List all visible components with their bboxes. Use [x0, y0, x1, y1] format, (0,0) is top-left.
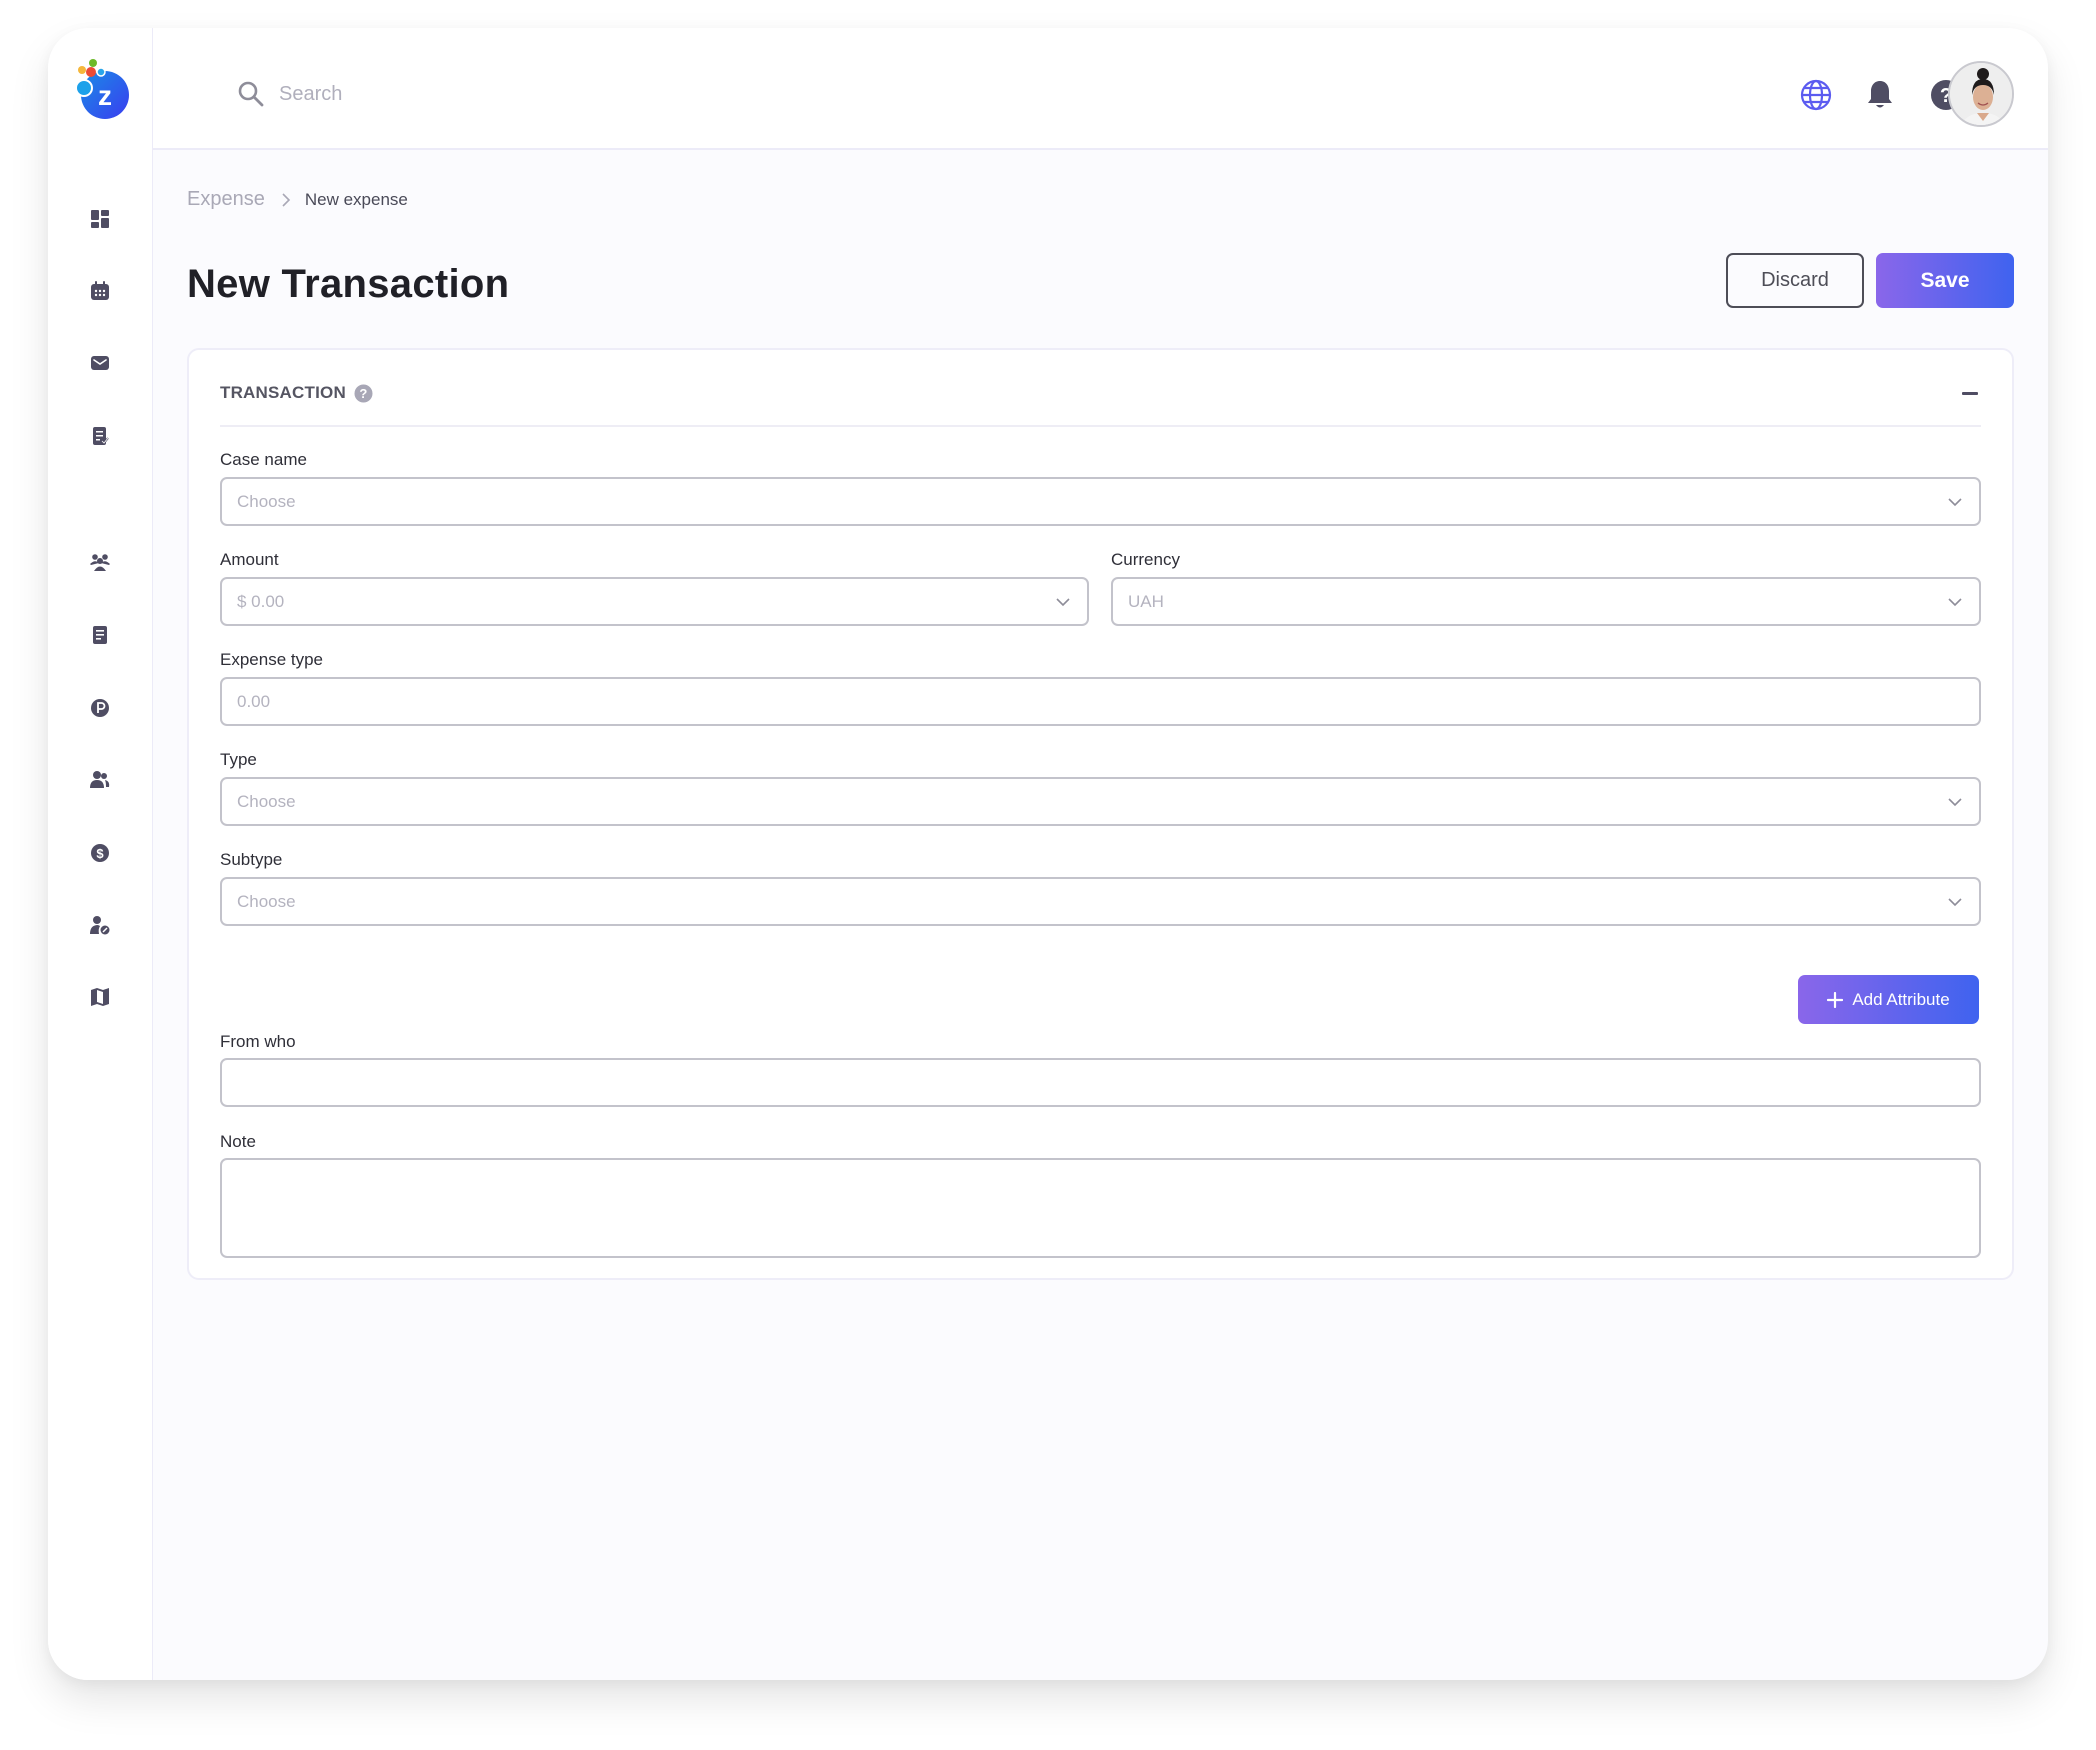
page-title: New Transaction: [187, 262, 510, 306]
dollar-icon: $: [91, 844, 109, 862]
search-icon: [238, 81, 264, 107]
amount-placeholder: $ 0.00: [237, 591, 285, 611]
save-button[interactable]: Save: [1876, 253, 2014, 308]
svg-text:z: z: [98, 80, 112, 111]
bell-icon[interactable]: [1863, 78, 1897, 112]
from-who-label: From who: [220, 1032, 296, 1051]
chevron-down-icon: [1948, 798, 1962, 807]
top-header: ?: [153, 28, 2048, 150]
note-field[interactable]: [220, 1158, 1981, 1258]
case-name-placeholder: Choose: [237, 491, 296, 511]
help-icon[interactable]: ?: [354, 384, 373, 403]
svg-text:$: $: [96, 846, 104, 861]
note-label: Note: [220, 1132, 256, 1151]
sidebar-item-finance[interactable]: $: [88, 841, 112, 865]
chevron-right-icon: [282, 192, 290, 207]
divider: [220, 425, 1981, 427]
expense-type-input[interactable]: [237, 679, 1979, 724]
app-window: z $ Search ? Expense New expense New Tra…: [48, 28, 2048, 1680]
document-icon: [93, 626, 107, 644]
sidebar-item-mail[interactable]: [88, 351, 112, 375]
discard-button[interactable]: Discard: [1726, 253, 1864, 308]
type-placeholder: Choose: [237, 791, 296, 811]
expense-type-field[interactable]: [220, 677, 1981, 726]
globe-icon[interactable]: [1799, 78, 1833, 112]
map-icon: [91, 988, 109, 1006]
breadcrumb-current: New expense: [304, 189, 408, 209]
section-header: TRANSACTION ?: [220, 383, 373, 403]
amount-label: Amount: [220, 550, 279, 569]
subtype-placeholder: Choose: [237, 891, 296, 911]
chevron-down-icon: [1948, 598, 1962, 607]
sidebar-item-tasks[interactable]: [88, 424, 112, 448]
transaction-card: TRANSACTION ? Case name Choose Amount $ …: [187, 348, 2014, 1280]
group-icon: [90, 554, 110, 571]
users-icon: [90, 771, 110, 788]
section-title: TRANSACTION: [220, 383, 346, 402]
sidebar-item-documents[interactable]: [88, 623, 112, 647]
sidebar: z $: [48, 28, 153, 1680]
sidebar-item-parking[interactable]: [88, 696, 112, 720]
chevron-down-icon: [1948, 498, 1962, 507]
sidebar-item-dashboard[interactable]: [88, 207, 112, 231]
subtype-label: Subtype: [220, 850, 283, 869]
from-who-field[interactable]: [220, 1058, 1981, 1107]
chevron-down-icon: [1948, 898, 1962, 907]
user-avatar[interactable]: [1948, 61, 2014, 127]
app-logo[interactable]: z: [70, 58, 132, 120]
subtype-select[interactable]: Choose: [220, 877, 1981, 926]
note-textarea[interactable]: [237, 1170, 1979, 1256]
dashboard-icon: [91, 210, 109, 228]
case-name-label: Case name: [220, 450, 307, 469]
sidebar-item-map[interactable]: [88, 985, 112, 1009]
user-edit-icon: [90, 916, 110, 935]
minus-icon: [1962, 391, 1978, 395]
type-label: Type: [220, 750, 257, 769]
svg-text:?: ?: [359, 386, 367, 401]
collapse-section-button[interactable]: [1958, 383, 1982, 403]
sidebar-item-groups[interactable]: [88, 550, 112, 574]
chevron-down-icon: [1056, 598, 1070, 607]
add-attribute-label: Add Attribute: [1852, 989, 1950, 1009]
breadcrumb-expense-link[interactable]: Expense: [187, 188, 265, 211]
plus-icon: [1827, 991, 1844, 1008]
checklist-icon: [93, 427, 109, 445]
breadcrumb: Expense New expense: [187, 188, 408, 211]
sidebar-item-user-settings[interactable]: [88, 913, 112, 937]
expense-type-label: Expense type: [220, 650, 324, 669]
currency-placeholder: UAH: [1128, 591, 1164, 611]
currency-select[interactable]: UAH: [1111, 577, 1981, 626]
add-attribute-button[interactable]: Add Attribute: [1798, 975, 1979, 1024]
p-circle-icon: [91, 699, 109, 717]
avatar-image: [1950, 63, 2012, 125]
case-name-select[interactable]: Choose: [220, 477, 1981, 526]
currency-label: Currency: [1111, 550, 1180, 569]
calendar-icon: [91, 281, 109, 300]
sidebar-item-calendar[interactable]: [88, 279, 112, 303]
type-select[interactable]: Choose: [220, 777, 1981, 826]
search-input[interactable]: [279, 76, 779, 112]
sidebar-item-contacts[interactable]: [88, 768, 112, 792]
amount-select[interactable]: $ 0.00: [220, 577, 1089, 626]
from-who-input[interactable]: [237, 1060, 1979, 1105]
mail-icon: [91, 356, 109, 370]
